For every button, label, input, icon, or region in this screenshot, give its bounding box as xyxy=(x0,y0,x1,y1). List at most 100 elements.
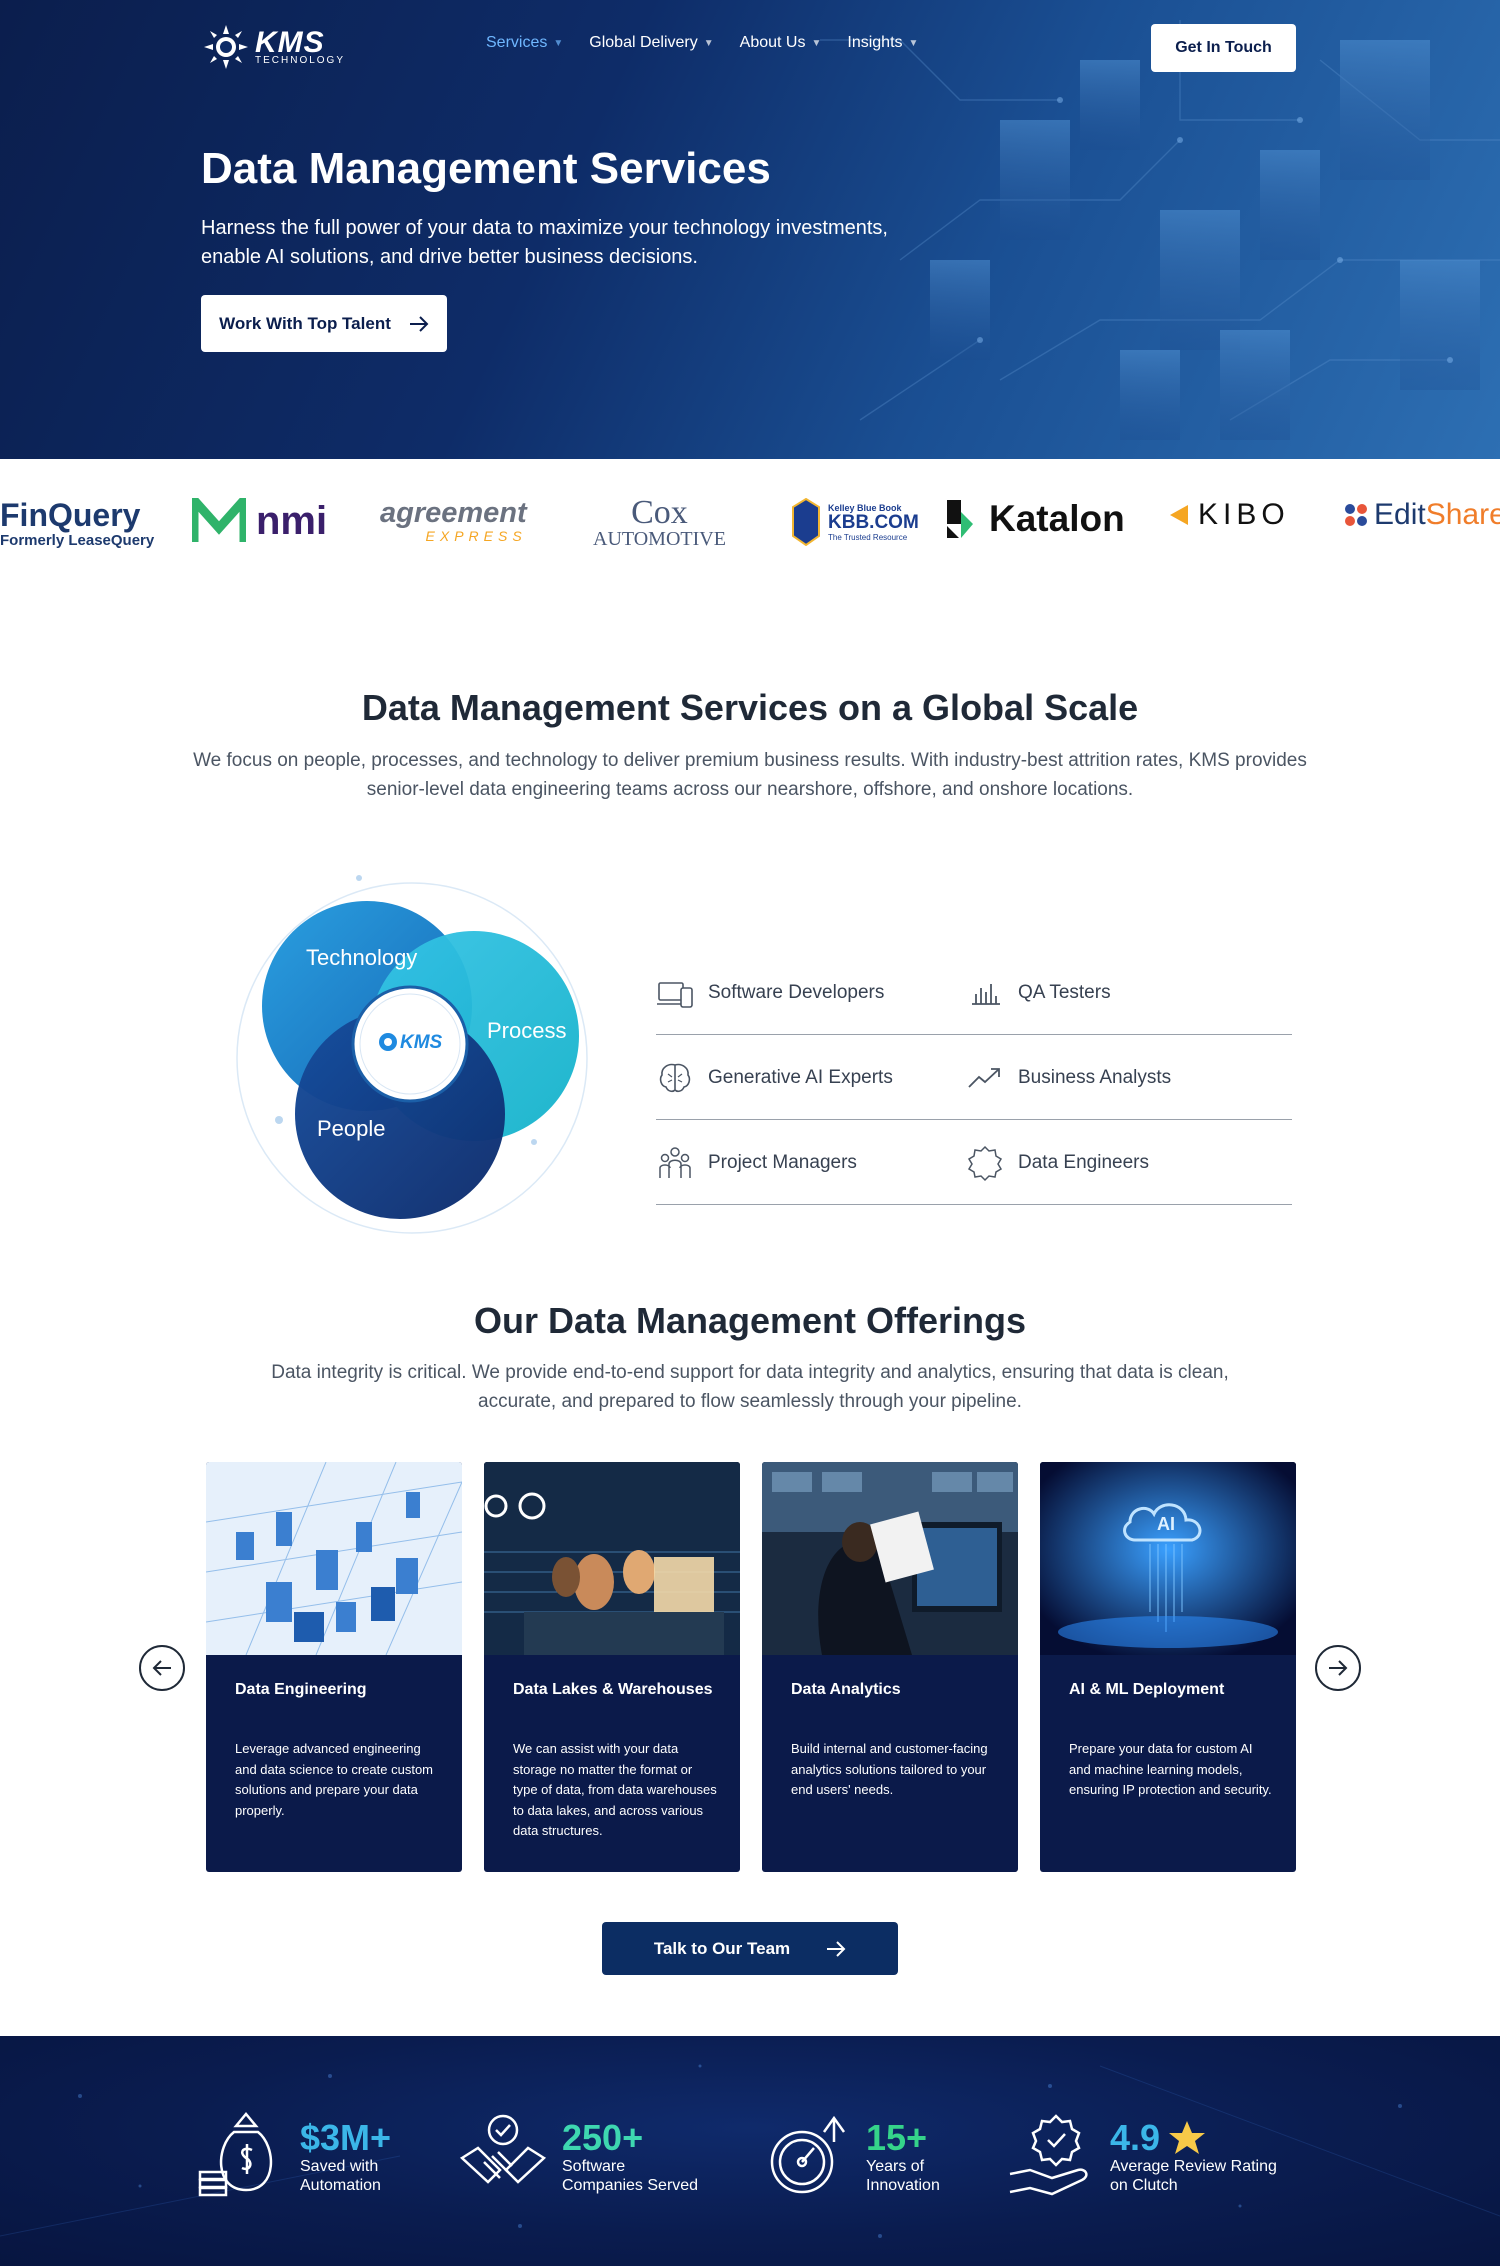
top-nav: KMS TECHNOLOGY Services ▼ Global Deliver… xyxy=(0,0,1500,96)
nav-item-label: Services xyxy=(486,34,548,51)
laptop-phone-icon xyxy=(657,981,693,1008)
work-with-top-talent-button[interactable]: Work With Top Talent xyxy=(201,295,447,352)
role-label: Data Engineers xyxy=(1018,1151,1149,1173)
nav-item-services[interactable]: Services ▼ xyxy=(486,34,563,52)
badge-hand-icon xyxy=(1009,2114,1088,2196)
stat-label-line1: Years of xyxy=(866,2158,925,2175)
venn-label-people: People xyxy=(317,1116,386,1141)
gauge-gear-icon xyxy=(770,2115,846,2194)
kbb-badge-icon xyxy=(792,498,820,546)
offering-card-data-lakes-warehouses[interactable]: Data Lakes & Warehouses We can assist wi… xyxy=(484,1462,740,1872)
puzzle-gear-icon xyxy=(967,1145,1003,1181)
chevron-down-icon: ▼ xyxy=(553,37,564,49)
client-logo-agreement-express: agreement EXPRESS xyxy=(380,498,527,544)
client-name-part2: Share xyxy=(1425,498,1500,531)
roles-list: Software Developers QA Testers Generativ… xyxy=(656,950,1292,1205)
role-label: Business Analysts xyxy=(1018,1066,1172,1088)
offerings-carousel: Data Engineering Leverage advanced engin… xyxy=(206,1462,1296,1872)
nav-item-label: Global Delivery xyxy=(589,34,698,51)
chevron-down-icon: ▼ xyxy=(703,37,714,49)
hero-title: Data Management Services xyxy=(201,144,771,193)
arrow-right-icon xyxy=(409,315,429,332)
carousel-next-button[interactable] xyxy=(1315,1645,1361,1691)
kibo-mark-icon xyxy=(1170,505,1188,525)
chevron-down-icon: ▼ xyxy=(908,37,919,49)
card-title: Data Engineering xyxy=(235,1681,367,1698)
offering-card-ai-ml-deployment[interactable]: AI AI & ML Deployment Prepare your data … xyxy=(1040,1462,1296,1872)
bar-chart-icon xyxy=(972,983,1000,1005)
stat-label-line2: Companies Served xyxy=(562,2177,699,2194)
offerings-section-subtitle: Data integrity is critical. We provide e… xyxy=(271,1362,1229,1412)
client-logo-finquery: FinQuery Formerly LeaseQuery xyxy=(0,498,154,549)
kms-logo[interactable]: KMS TECHNOLOGY xyxy=(203,24,345,70)
roles-row: Software Developers QA Testers xyxy=(656,950,1292,1035)
global-section-title: Data Management Services on a Global Sca… xyxy=(361,687,1139,728)
role-project-managers: Project Managers xyxy=(656,1120,857,1205)
card-title: Data Analytics xyxy=(791,1681,901,1698)
offerings-section-title: Our Data Management Offerings xyxy=(473,1300,1027,1341)
money-bag-icon xyxy=(198,2112,273,2197)
trend-line-icon xyxy=(968,1067,1000,1088)
client-sub: The Trusted Resource xyxy=(828,532,908,542)
data-engineering-image xyxy=(206,1462,462,1655)
role-business-analysts: Business Analysts xyxy=(966,1035,1171,1120)
client-logo-strip: FinQuery Formerly LeaseQuery nmi agreeme… xyxy=(0,470,1500,600)
client-name: nmi xyxy=(256,498,328,543)
client-name: KIBO xyxy=(1198,498,1290,531)
offering-card-data-engineering[interactable]: Data Engineering Leverage advanced engin… xyxy=(206,1462,462,1872)
stat-savings: $3M+ Saved with Automation xyxy=(196,2112,391,2202)
data-analytics-image xyxy=(762,1462,1018,1655)
stat-label-line2: Innovation xyxy=(866,2177,940,2194)
venn-label-technology: Technology xyxy=(306,945,418,970)
get-in-touch-button[interactable]: Get In Touch xyxy=(1151,24,1296,72)
client-name: Cox xyxy=(631,494,688,531)
nav-item-insights[interactable]: Insights ▼ xyxy=(847,34,918,52)
global-section-subtitle: We focus on people, processes, and techn… xyxy=(193,750,1307,800)
client-logo-kbb: Kelley Blue Book KBB.COM The Trusted Res… xyxy=(792,498,919,546)
client-name: agreement xyxy=(380,497,527,529)
card-description: We can assist with your data storage no … xyxy=(513,1741,717,1838)
kms-sun-icon xyxy=(204,25,248,69)
client-logo-kibo: KIBO xyxy=(1168,498,1290,532)
brain-icon xyxy=(659,1063,691,1092)
client-logo-editshare: EditShare xyxy=(1344,498,1500,532)
stats-band: $3M+ Saved with Automation 250+ Software… xyxy=(0,2036,1500,2266)
nav-item-global-delivery[interactable]: Global Delivery ▼ xyxy=(589,34,713,52)
role-label: Software Developers xyxy=(708,981,885,1003)
client-sub: Formerly LeaseQuery xyxy=(0,532,155,549)
star-icon xyxy=(1169,2121,1206,2154)
venn-label-process: Process xyxy=(487,1018,567,1043)
role-generative-ai-experts: Generative AI Experts xyxy=(656,1035,893,1120)
client-sub: EXPRESS xyxy=(425,528,527,544)
nav-menu: Services ▼ Global Delivery ▼ About Us ▼ … xyxy=(486,34,918,52)
button-label: Work With Top Talent xyxy=(219,313,391,333)
client-logo-cox-automotive: Cox AUTOMOTIVE xyxy=(593,494,726,551)
card-description: Prepare your data for custom AI and mach… xyxy=(1069,1741,1272,1797)
client-name: KBB.COM xyxy=(828,511,919,533)
carousel-prev-button[interactable] xyxy=(139,1645,185,1691)
role-label: Generative AI Experts xyxy=(708,1066,893,1088)
ai-badge: AI xyxy=(1157,1514,1175,1534)
role-qa-testers: QA Testers xyxy=(966,950,1111,1035)
role-data-engineers: Data Engineers xyxy=(966,1120,1149,1205)
client-name: Katalon xyxy=(989,498,1125,539)
offering-card-data-analytics[interactable]: Data Analytics Build internal and custom… xyxy=(762,1462,1018,1872)
stat-clutch-rating: 4.9 Average Review Rating on Clutch xyxy=(1006,2112,1277,2202)
stat-label-line1: Saved with xyxy=(300,2158,379,2175)
stat-years-innovation: 15+ Years of Innovation xyxy=(762,2112,940,2202)
katalon-mark-icon xyxy=(947,500,973,538)
editshare-mark-icon xyxy=(1345,504,1367,526)
card-title: AI & ML Deployment xyxy=(1069,1681,1225,1698)
nav-item-about-us[interactable]: About Us ▼ xyxy=(740,34,822,52)
talk-to-our-team-button[interactable]: Talk to Our Team xyxy=(602,1922,898,1975)
chevron-down-icon: ▼ xyxy=(811,37,822,49)
arrow-right-icon xyxy=(1329,1660,1348,1676)
button-label: Talk to Our Team xyxy=(653,1938,791,1958)
nav-item-label: Insights xyxy=(847,34,903,51)
stat-companies-served: 250+ Software Companies Served xyxy=(458,2112,698,2202)
stat-value: 250+ xyxy=(562,2117,644,2158)
stat-label-line2: on Clutch xyxy=(1110,2177,1178,2194)
stat-label-line2: Automation xyxy=(300,2177,381,2194)
roles-row: Project Managers Data Engineers xyxy=(656,1120,1292,1205)
client-logo-katalon: Katalon xyxy=(945,498,1125,540)
